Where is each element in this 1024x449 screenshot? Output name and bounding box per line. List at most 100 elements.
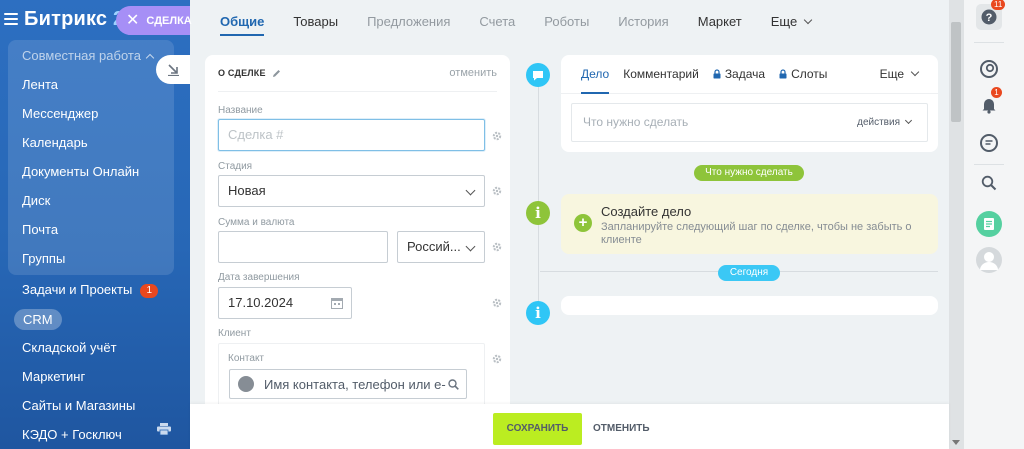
feed-shortcut-button[interactable] <box>976 211 1002 237</box>
sidebar-item-crm[interactable]: CRM <box>14 309 62 330</box>
sidebar-item-disk[interactable]: Диск <box>22 191 50 211</box>
copilot-icon <box>980 60 998 78</box>
plus-icon[interactable]: + <box>574 214 592 232</box>
activity-tab-todo[interactable]: Дело <box>581 55 610 94</box>
activity-tab-comment[interactable]: Комментарий <box>623 55 699 94</box>
gear-icon[interactable] <box>492 186 502 196</box>
deal-card-title-text: О СДЕЛКЕ <box>218 68 266 78</box>
footer-bar: СОХРАНИТЬ ОТМЕНИТЬ <box>190 404 949 449</box>
activity-more-button[interactable]: Еще <box>880 55 920 94</box>
chevron-down-icon <box>904 116 913 125</box>
search-button[interactable] <box>976 170 1002 196</box>
sidebar-item-feed[interactable]: Лента <box>22 75 58 95</box>
chevron-down-icon <box>910 67 920 77</box>
collapse-slider-button[interactable] <box>156 55 190 84</box>
activity-tabs: Дело Комментарий Задача Слоты Еще <box>561 55 938 94</box>
copilot-button[interactable] <box>976 56 1002 82</box>
chat-icon <box>980 134 998 152</box>
sidebar-item-mail[interactable]: Почта <box>22 220 58 240</box>
activity-tab-slots-label: Слоты <box>791 67 828 81</box>
sidebar-item-inventory[interactable]: Складской учёт <box>22 338 117 358</box>
activity-tab-task[interactable]: Задача <box>713 55 765 94</box>
search-icon <box>981 175 997 191</box>
sidebar-item-calendar[interactable]: Календарь <box>22 133 88 153</box>
notifications-button[interactable]: 1 <box>976 87 1002 118</box>
sidebar-item-messenger[interactable]: Мессенджер <box>22 104 98 124</box>
search-icon[interactable] <box>448 378 459 390</box>
info-icon: i <box>526 201 550 225</box>
help-button[interactable]: ? 11 <box>976 0 1006 30</box>
sidebar-group-title[interactable]: Совместная работа <box>22 46 155 66</box>
create-activity-card[interactable]: + Создайте дело Запланируйте следующий ш… <box>561 194 938 254</box>
close-slider-button[interactable]: ✕ СДЕЛКА <box>116 6 192 35</box>
comment-icon <box>526 63 550 87</box>
tab-quotes[interactable]: Предложения <box>367 0 450 44</box>
logo-text: Битрикс <box>24 7 108 30</box>
close-slider-label: СДЕЛКА <box>146 14 192 27</box>
svg-text:?: ? <box>986 12 993 24</box>
stage-select[interactable]: Новая <box>218 175 485 207</box>
deal-card-title: О СДЕЛКЕ <box>218 68 281 78</box>
chat-button[interactable] <box>976 130 1002 156</box>
gear-icon[interactable] <box>492 242 502 252</box>
tab-more[interactable]: Еще <box>770 0 813 44</box>
contact-search-input[interactable]: Имя контакта, телефон или e-m <box>229 369 467 399</box>
avatar[interactable] <box>976 247 1002 273</box>
gear-icon[interactable] <box>492 131 502 141</box>
tab-general[interactable]: Общие <box>220 0 265 44</box>
calendar-icon[interactable] <box>331 297 343 309</box>
pencil-icon[interactable] <box>272 69 281 78</box>
close-icon: ✕ <box>126 11 140 29</box>
notifications-badge: 1 <box>991 87 1002 98</box>
lock-icon <box>779 69 787 79</box>
today-pill: Сегодня <box>718 265 780 281</box>
stage-label: Стадия <box>218 161 253 172</box>
deal-tabs: Общие Товары Предложения Счета Роботы Ис… <box>190 0 949 44</box>
info-icon: i <box>526 301 550 325</box>
sidebar-group-title-label: Совместная работа <box>22 48 141 63</box>
sidebar-item-tasks[interactable]: Задачи и Проекты 1 <box>22 280 159 300</box>
tab-more-label: Еще <box>770 14 798 29</box>
sidebar-item-documents[interactable]: Документы Онлайн <box>22 162 139 182</box>
gear-icon[interactable] <box>492 298 502 308</box>
sidebar-item-marketing[interactable]: Маркетинг <box>22 367 85 387</box>
todo-input[interactable]: Что нужно сделать действия <box>571 103 928 142</box>
activity-editor: Дело Комментарий Задача Слоты Еще Что ну… <box>561 55 938 152</box>
currency-select[interactable]: Россий... <box>397 231 485 263</box>
scrollbar-thumb[interactable] <box>951 22 961 122</box>
bell-icon <box>982 99 996 114</box>
gear-icon[interactable] <box>492 354 502 364</box>
contact-label: Контакт <box>228 353 265 364</box>
person-icon <box>238 376 254 392</box>
tab-market[interactable]: Маркет <box>698 0 742 44</box>
timeline-item-card <box>561 296 938 315</box>
close-date-input[interactable]: 17.10.2024 <box>218 287 352 319</box>
deal-name-input[interactable]: Сделка # <box>218 119 485 151</box>
sidebar-item-groups[interactable]: Группы <box>22 249 65 269</box>
contact-placeholder: Имя контакта, телефон или e-m <box>264 376 446 392</box>
sidebar-item-sites[interactable]: Сайты и Магазины <box>22 396 135 416</box>
save-button[interactable]: СОХРАНИТЬ <box>493 413 582 445</box>
tab-products[interactable]: Товары <box>293 0 338 44</box>
tab-robots[interactable]: Роботы <box>544 0 589 44</box>
todo-actions-button[interactable]: действия <box>857 104 913 141</box>
lock-icon <box>713 69 721 79</box>
deal-info-card: О СДЕЛКЕ отменить Название Сделка # Стад… <box>205 55 510 415</box>
cancel-button[interactable]: ОТМЕНИТЬ <box>593 413 650 445</box>
printer-icon[interactable] <box>157 423 171 435</box>
activity-tab-task-label: Задача <box>724 67 766 81</box>
right-panel-divider <box>974 42 1004 43</box>
todo-placeholder: Что нужно сделать <box>583 115 689 129</box>
tab-history[interactable]: История <box>618 0 668 44</box>
amount-input[interactable] <box>218 231 388 263</box>
client-label: Клиент <box>218 328 251 339</box>
deal-card-cancel-link[interactable]: отменить <box>449 67 497 79</box>
sidebar-item-kedo[interactable]: КЭДО + Госключ <box>22 425 122 445</box>
menu-burger-icon[interactable] <box>4 13 18 25</box>
activity-tab-slots[interactable]: Слоты <box>779 55 827 94</box>
timeline-line <box>538 80 539 305</box>
scroll-down-arrow-icon[interactable] <box>952 440 960 445</box>
tab-invoices[interactable]: Счета <box>479 0 515 44</box>
todo-actions-label: действия <box>857 117 900 128</box>
chevron-up-icon <box>145 53 155 63</box>
